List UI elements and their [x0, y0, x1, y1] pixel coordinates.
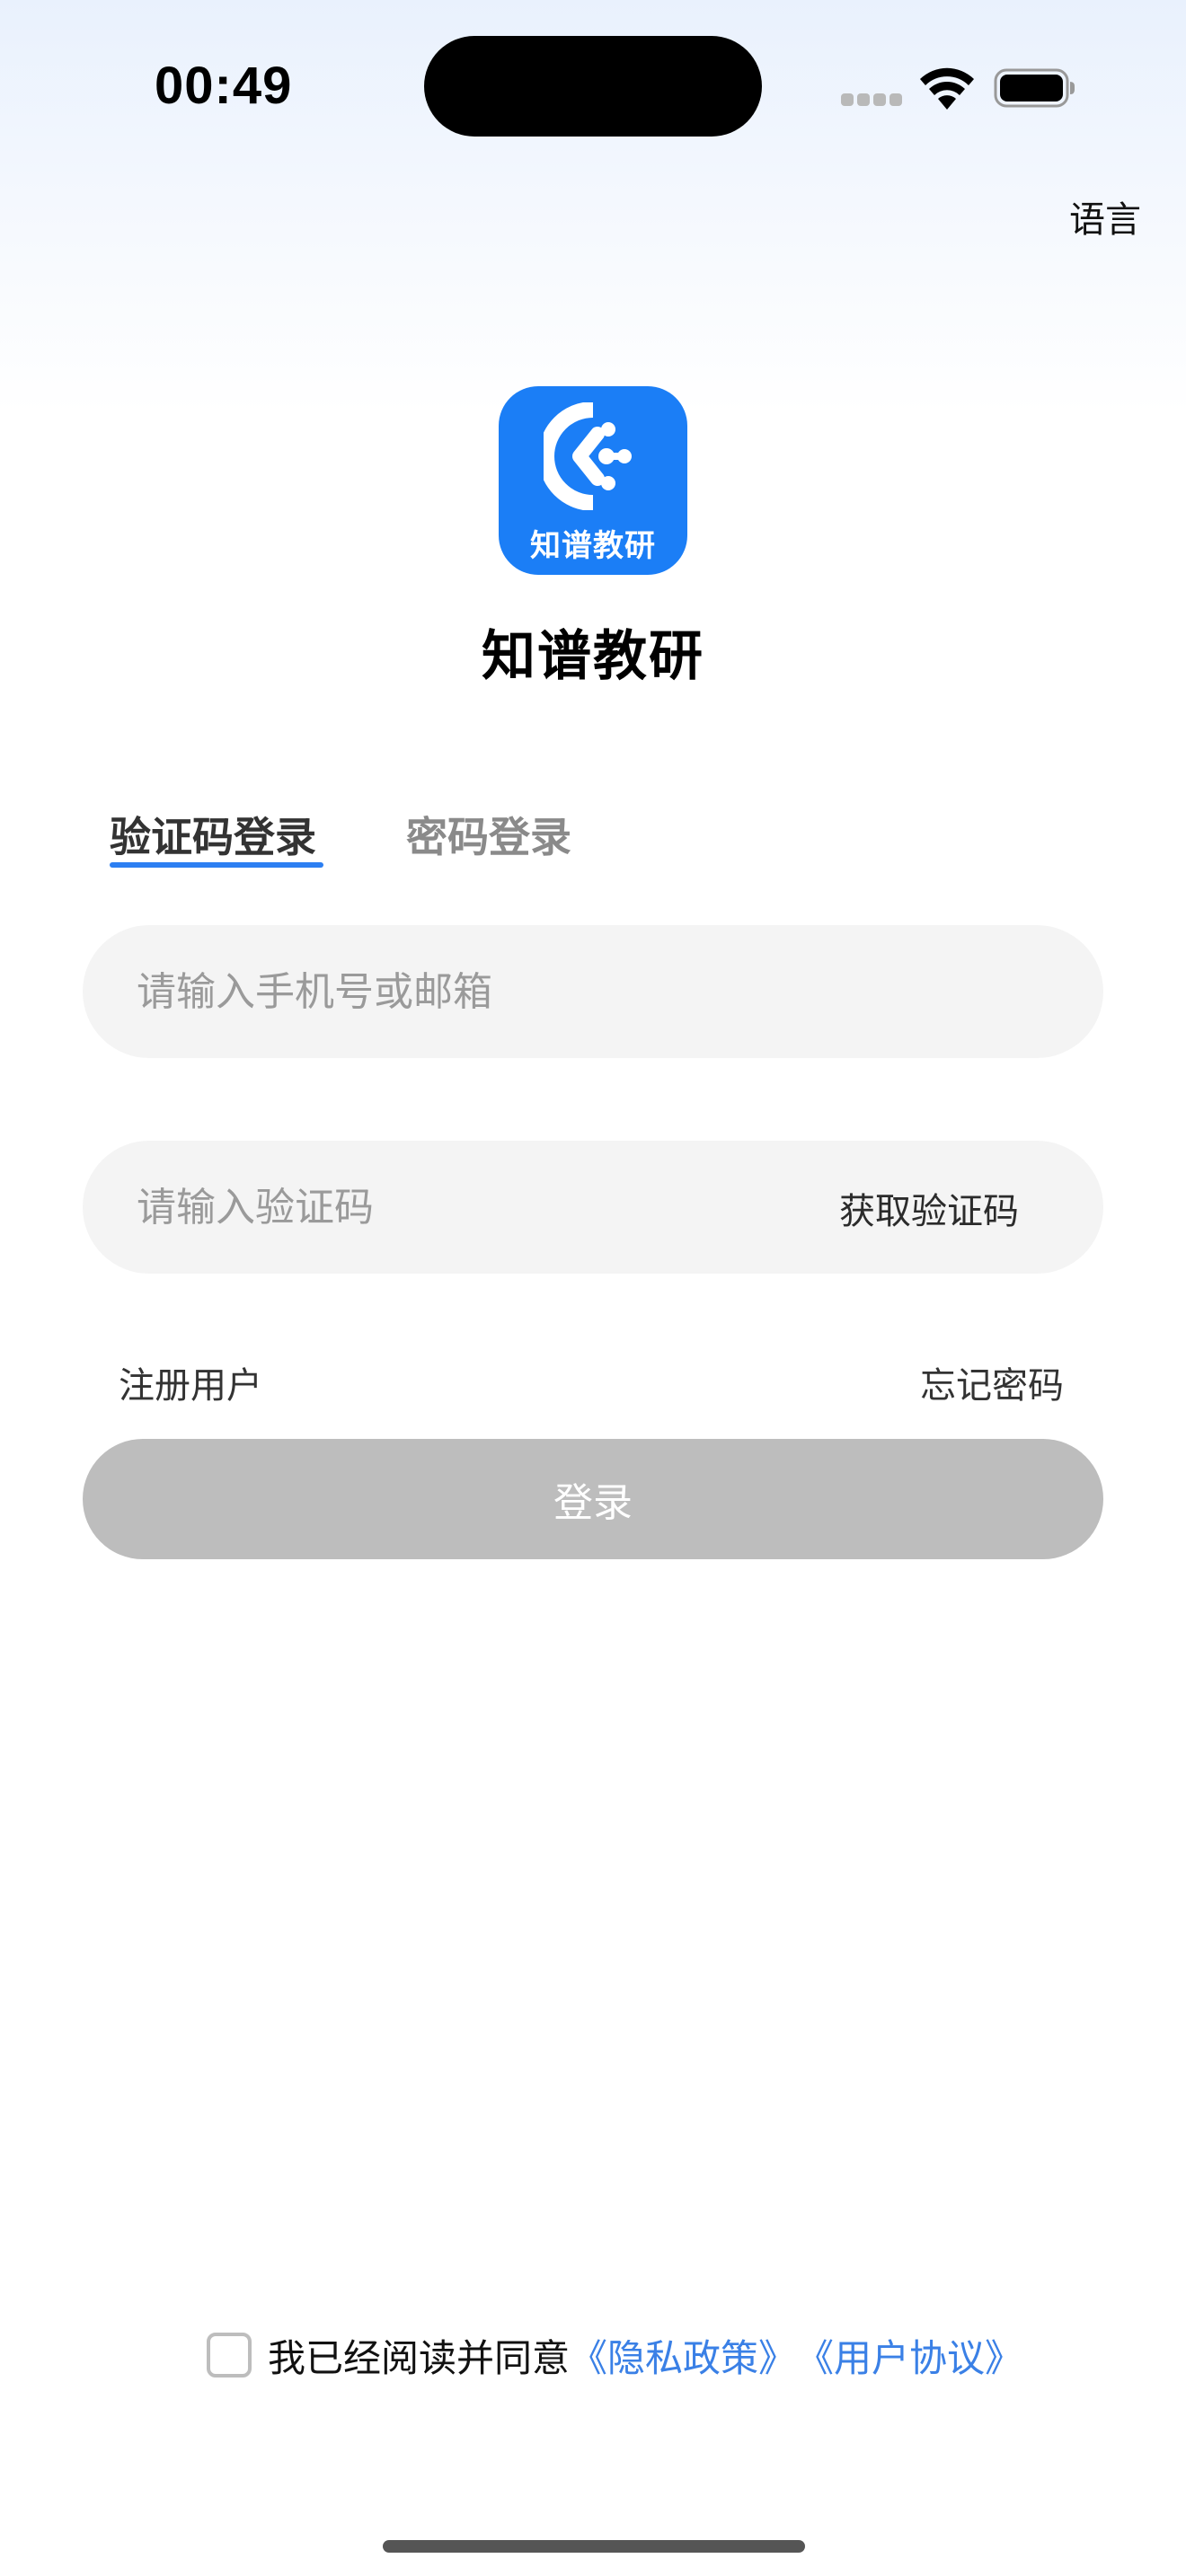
- account-input[interactable]: [137, 925, 819, 1058]
- get-code-button[interactable]: 获取验证码: [839, 1182, 1019, 1234]
- battery-icon: [994, 68, 1075, 108]
- privacy-policy-link[interactable]: 《隐私政策》: [570, 2328, 796, 2383]
- tab-password-login[interactable]: 密码登录: [406, 805, 571, 864]
- verification-code-field: 获取验证码: [83, 1141, 1103, 1274]
- agreement-checkbox[interactable]: [207, 2333, 252, 2378]
- language-link[interactable]: 语言: [1069, 190, 1141, 243]
- tab-sms-login[interactable]: 验证码登录: [110, 805, 316, 864]
- status-time: 00:49: [155, 57, 293, 115]
- register-link[interactable]: 注册用户: [119, 1356, 262, 1408]
- app-logo-mark-icon: [544, 402, 632, 510]
- app-logo: 知谱教研: [499, 386, 687, 575]
- account-field: [83, 925, 1103, 1058]
- verification-code-input[interactable]: [137, 1141, 640, 1274]
- agreement-row: 我已经阅读并同意 《隐私政策》 《用户协议》: [207, 2330, 1022, 2380]
- app-name: 知谱教研: [482, 625, 704, 688]
- login-button[interactable]: 登录: [83, 1439, 1103, 1559]
- app-logo-text: 知谱教研: [530, 528, 656, 564]
- user-agreement-link[interactable]: 《用户协议》: [796, 2328, 1022, 2383]
- forgot-password-link[interactable]: 忘记密码: [920, 1356, 1064, 1408]
- active-tab-indicator: [110, 862, 323, 868]
- home-indicator: [383, 2540, 805, 2553]
- cellular-signal-icon: [841, 93, 902, 106]
- dynamic-island: [424, 36, 762, 137]
- agreement-text: 我已经阅读并同意: [268, 2335, 571, 2380]
- wifi-icon: [920, 67, 974, 110]
